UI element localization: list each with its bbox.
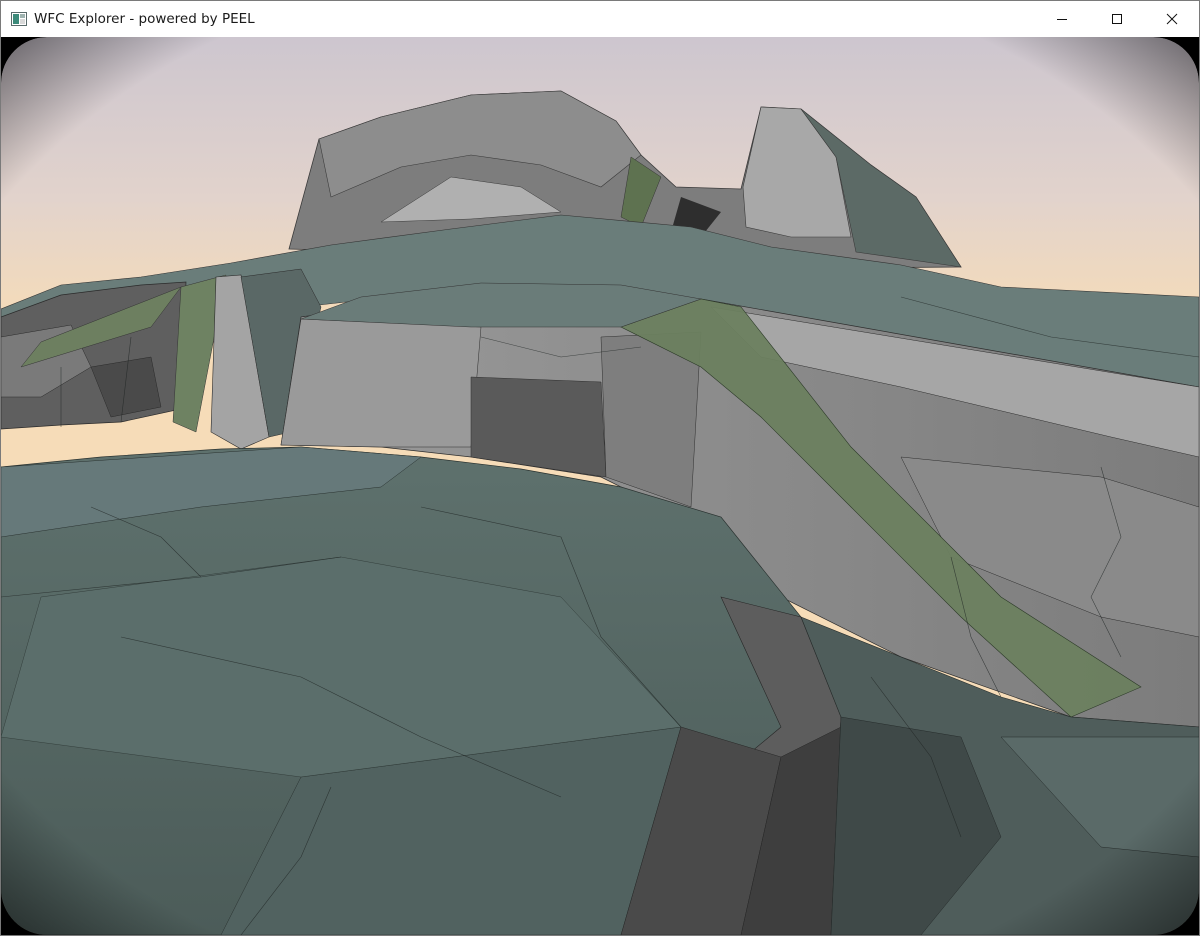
- close-icon: [1166, 13, 1177, 25]
- maximize-icon: [1111, 14, 1122, 24]
- window-title: WFC Explorer - powered by PEEL: [34, 11, 255, 27]
- window-controls: [1034, 1, 1199, 37]
- app-window-icon: [11, 12, 27, 26]
- close-button[interactable]: [1144, 1, 1199, 37]
- rendered-scene: [1, 37, 1199, 935]
- minimize-button[interactable]: [1034, 1, 1089, 37]
- maximize-button[interactable]: [1089, 1, 1144, 37]
- 3d-viewport[interactable]: [1, 37, 1199, 935]
- minimize-icon: [1056, 19, 1067, 20]
- app-window: WFC Explorer - powered by PEEL: [0, 0, 1200, 936]
- title-bar[interactable]: WFC Explorer - powered by PEEL: [1, 1, 1199, 37]
